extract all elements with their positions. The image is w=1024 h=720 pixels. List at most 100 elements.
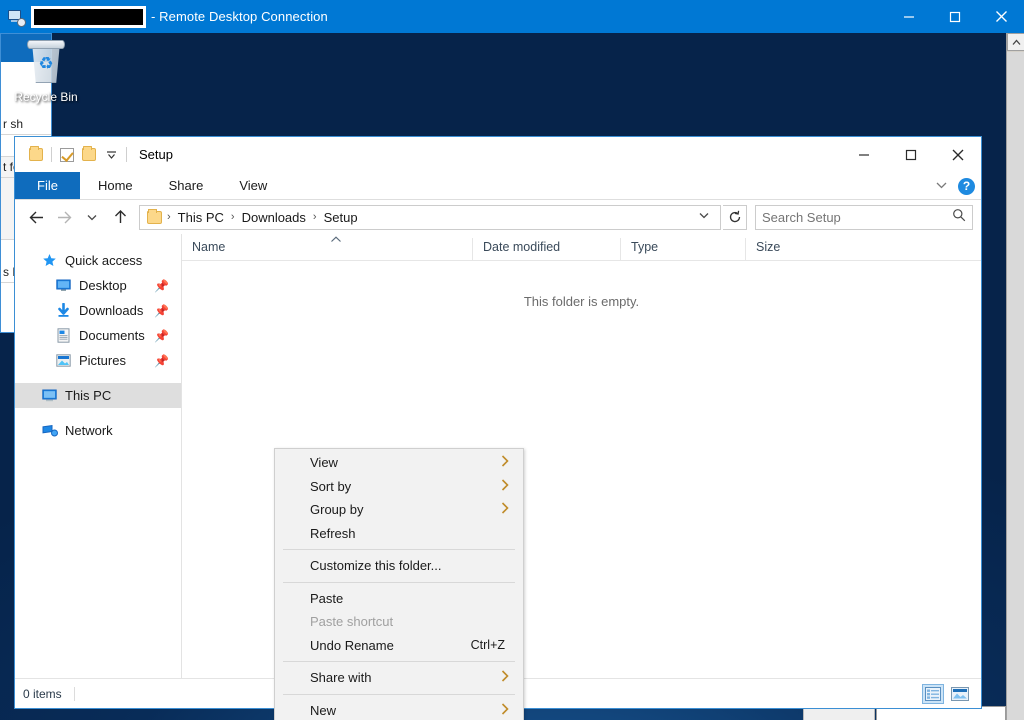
context-menu-item-label: Share with [310, 670, 371, 685]
column-header-date-modified[interactable]: Date modified [472, 238, 620, 260]
rdc-title-text: - Remote Desktop Connection [151, 9, 328, 24]
help-icon[interactable]: ? [958, 178, 975, 195]
details-view-icon[interactable] [922, 684, 944, 704]
folder-icon[interactable] [78, 144, 100, 166]
context-menu-item-group-by[interactable]: Group by [275, 498, 523, 522]
context-menu-item-paste-shortcut: Paste shortcut [275, 610, 523, 634]
divider [126, 147, 127, 162]
context-menu-item-sort-by[interactable]: Sort by [275, 475, 523, 499]
sort-ascending-caret-icon [330, 234, 342, 246]
remote-desktop-canvas[interactable]: ♻ Recycle Bin r sh t for s RE [0, 33, 1006, 720]
rdc-minimize-button[interactable] [886, 0, 932, 33]
star-pin-icon [41, 252, 58, 269]
file-explorer-window: Setup File Home Share View [14, 136, 982, 709]
documents-icon [55, 327, 72, 344]
refresh-icon[interactable] [723, 205, 747, 230]
empty-folder-message: This folder is empty. [182, 294, 981, 309]
breadcrumb-item-setup[interactable]: Setup [318, 210, 364, 225]
context-menu-item-label: View [310, 455, 338, 470]
new-folder-checkbox-icon[interactable] [56, 144, 78, 166]
ribbon-tab-strip: File Home Share View ? [15, 172, 981, 200]
sidebar-item-quick-access[interactable]: Quick access [15, 248, 181, 273]
column-header-name[interactable]: Name [182, 238, 472, 260]
address-bar-row: › This PC › Downloads › Setup [15, 200, 981, 234]
breadcrumb[interactable]: › This PC › Downloads › Setup [139, 205, 721, 230]
sidebar-item-label: Downloads [79, 303, 143, 318]
sidebar-item-label: Pictures [79, 353, 126, 368]
back-arrow-icon[interactable] [23, 204, 49, 230]
column-headers: Name Date modified Type Size [182, 234, 981, 261]
submenu-arrow-icon [501, 455, 509, 470]
breadcrumb-item-downloads[interactable]: Downloads [236, 210, 312, 225]
sidebar-item-label: Quick access [65, 253, 142, 268]
context-menu-item-new[interactable]: New [275, 699, 523, 720]
explorer-close-button[interactable] [934, 137, 981, 172]
network-icon [41, 422, 58, 439]
menu-separator [283, 549, 515, 550]
sidebar-item-this-pc[interactable]: This PC [15, 383, 181, 408]
column-header-type[interactable]: Type [620, 238, 745, 260]
pin-icon[interactable]: 📌 [154, 304, 169, 318]
quick-access-toolbar [15, 144, 131, 166]
explorer-window-controls [840, 137, 981, 172]
sidebar-item-documents[interactable]: Documents 📌 [15, 323, 181, 348]
explorer-maximize-button[interactable] [887, 137, 934, 172]
sidebar-item-pictures[interactable]: Pictures 📌 [15, 348, 181, 373]
sidebar-item-network[interactable]: Network [15, 418, 181, 443]
pin-icon[interactable]: 📌 [154, 279, 169, 293]
context-menu-item-refresh[interactable]: Refresh [275, 522, 523, 546]
address-dropdown-chevron-down-icon[interactable] [692, 211, 716, 223]
sidebar-item-desktop[interactable]: Desktop 📌 [15, 273, 181, 298]
large-icons-view-icon[interactable] [949, 684, 971, 704]
explorer-minimize-button[interactable] [840, 137, 887, 172]
downloads-icon [55, 302, 72, 319]
search-input[interactable] [762, 210, 952, 225]
context-menu-item-label: Group by [310, 502, 363, 517]
properties-folder-icon[interactable] [25, 144, 47, 166]
pin-icon[interactable]: 📌 [154, 329, 169, 343]
redacted-computer-name [31, 6, 146, 28]
this-pc-icon [41, 387, 58, 404]
sidebar-item-downloads[interactable]: Downloads 📌 [15, 298, 181, 323]
rdc-maximize-button[interactable] [932, 0, 978, 33]
column-header-size[interactable]: Size [745, 238, 835, 260]
remote-desktop-icon [7, 8, 25, 26]
context-menu-item-label: Paste shortcut [310, 614, 393, 629]
navigation-pane: Quick access Desktop 📌 Downloads [15, 234, 182, 678]
tab-home[interactable]: Home [80, 172, 151, 199]
remote-session-scrollbar[interactable] [1006, 33, 1024, 720]
recent-locations-chevron-down-icon[interactable] [79, 204, 105, 230]
context-menu-item-label: Undo Rename [310, 638, 394, 653]
context-menu-item-undo-rename[interactable]: Undo Rename Ctrl+Z [275, 634, 523, 658]
submenu-arrow-icon [501, 479, 509, 494]
menu-separator [283, 694, 515, 695]
search-box[interactable] [755, 205, 973, 230]
tab-share[interactable]: Share [151, 172, 222, 199]
window-title: Setup [139, 147, 173, 162]
desktop-icon [55, 277, 72, 294]
breadcrumb-item-this-pc[interactable]: This PC [172, 210, 230, 225]
scroll-up-arrow-icon[interactable] [1007, 33, 1024, 51]
chevron-down-icon[interactable] [935, 177, 948, 195]
submenu-arrow-icon [501, 703, 509, 718]
rdc-title-bar: - Remote Desktop Connection [0, 0, 1024, 33]
context-menu-item-view[interactable]: View [275, 451, 523, 475]
context-menu-item-customize-this-folder[interactable]: Customize this folder... [275, 554, 523, 578]
up-arrow-icon[interactable] [107, 204, 133, 230]
rdc-close-button[interactable] [978, 0, 1024, 33]
folder-icon [147, 211, 162, 224]
context-menu-item-paste[interactable]: Paste [275, 587, 523, 611]
customize-qat-dropdown-icon[interactable] [100, 144, 122, 166]
context-menu[interactable]: View Sort by Group by [274, 448, 524, 720]
background-window-text-fragment: r sh [1, 114, 51, 135]
context-menu-item-label: Sort by [310, 479, 351, 494]
context-menu-item-share-with[interactable]: Share with [275, 666, 523, 690]
sidebar-item-label: Network [65, 423, 113, 438]
pin-icon[interactable]: 📌 [154, 354, 169, 368]
tab-file[interactable]: File [15, 172, 80, 199]
tab-view[interactable]: View [221, 172, 285, 199]
desktop-icon-recycle-bin[interactable]: ♻ Recycle Bin [10, 38, 82, 104]
forward-arrow-icon[interactable] [51, 204, 77, 230]
sidebar-item-label: Desktop [79, 278, 127, 293]
scrollbar-track[interactable] [1007, 52, 1024, 720]
